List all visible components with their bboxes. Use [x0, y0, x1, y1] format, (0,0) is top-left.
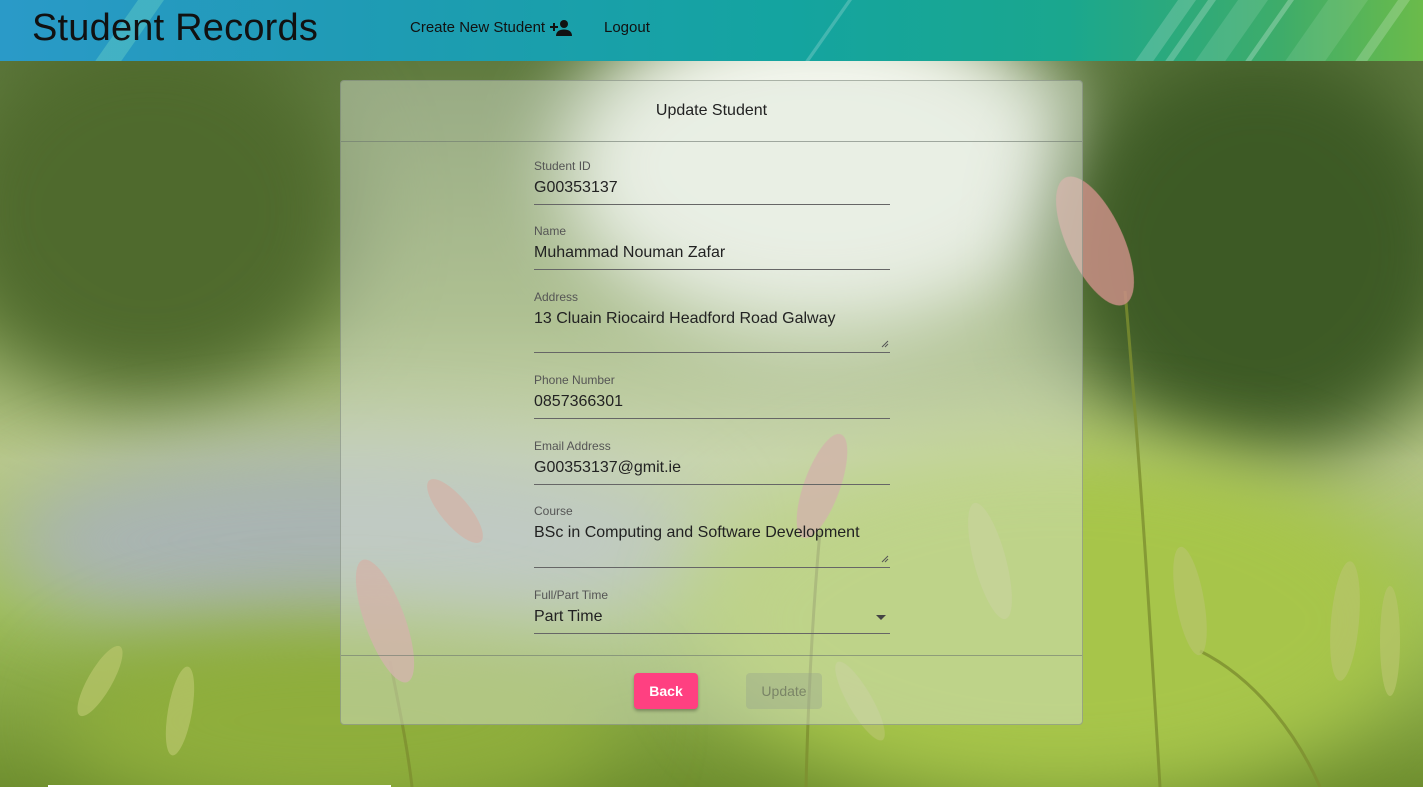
create-new-student-label: Create New Student — [410, 19, 546, 36]
course-field[interactable]: Course BSc in Computing and Software Dev… — [534, 504, 890, 568]
card-footer-divider — [341, 655, 1082, 656]
dropdown-arrow-icon[interactable] — [876, 615, 886, 620]
back-button[interactable]: Back — [634, 673, 698, 709]
address-label: Address — [534, 290, 579, 304]
course-underline — [534, 567, 890, 568]
app-title: Student Records — [32, 7, 319, 49]
course-label: Course — [534, 504, 573, 518]
full-part-time-value[interactable]: Part Time — [534, 607, 890, 627]
name-label: Name — [534, 224, 567, 238]
student-id-underline — [534, 204, 890, 205]
update-button[interactable]: Update — [746, 673, 822, 709]
email-address-label: Email Address — [534, 439, 611, 453]
phone-number-field[interactable]: Phone Number 0857366301 — [534, 373, 890, 420]
resize-grip-icon[interactable] — [881, 340, 889, 348]
full-part-time-select[interactable]: Full/Part Time Part Time — [534, 588, 890, 635]
email-address-underline — [534, 484, 890, 485]
update-student-card: Update Student Student ID G00353137 Name… — [340, 80, 1083, 725]
name-field[interactable]: Name Muhammad Nouman Zafar — [534, 224, 890, 271]
full-part-time-underline — [534, 633, 890, 634]
name-underline — [534, 269, 890, 270]
full-part-time-label: Full/Part Time — [534, 588, 609, 602]
resize-grip-icon[interactable] — [881, 555, 889, 563]
address-field[interactable]: Address 13 Cluain Riocaird Headford Road… — [534, 290, 890, 354]
top-navbar: Student Records Create New Student Logou… — [0, 0, 1423, 61]
person-add-icon — [549, 18, 573, 38]
name-value[interactable]: Muhammad Nouman Zafar — [534, 243, 890, 263]
address-value[interactable]: 13 Cluain Riocaird Headford Road Galway — [534, 309, 890, 329]
phone-number-underline — [534, 418, 890, 419]
student-id-value[interactable]: G00353137 — [534, 178, 890, 198]
logout-link[interactable]: Logout — [604, 18, 650, 38]
phone-number-value[interactable]: 0857366301 — [534, 392, 890, 412]
phone-number-label: Phone Number — [534, 373, 615, 387]
email-address-value[interactable]: G00353137@gmit.ie — [534, 458, 890, 478]
student-id-field[interactable]: Student ID G00353137 — [534, 159, 890, 206]
address-underline — [534, 352, 890, 353]
card-title: Update Student — [341, 81, 1082, 142]
create-new-student-link[interactable]: Create New Student — [410, 18, 573, 38]
student-id-label: Student ID — [534, 159, 591, 173]
email-address-field[interactable]: Email Address G00353137@gmit.ie — [534, 439, 890, 486]
course-value[interactable]: BSc in Computing and Software Developmen… — [534, 523, 890, 543]
